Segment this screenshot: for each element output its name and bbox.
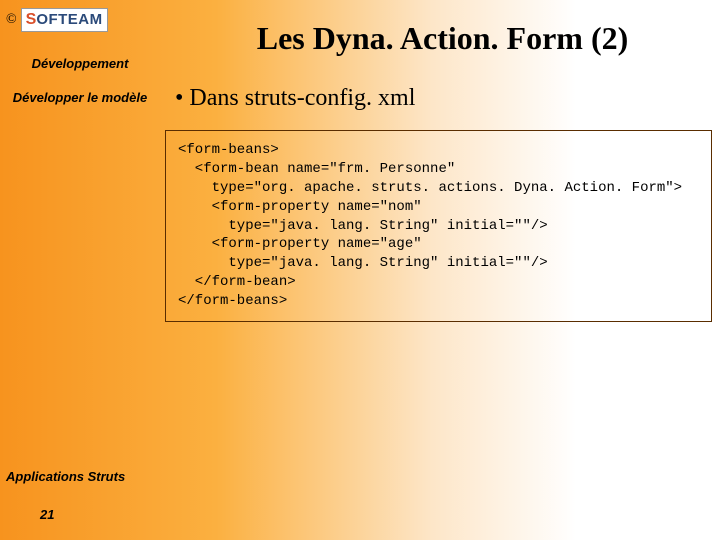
page-number: 21 [40, 507, 54, 522]
nav-section-modele: Développer le modèle [6, 90, 154, 106]
content-area: Les Dyna. Action. Form (2) • Dans struts… [165, 0, 720, 540]
softeam-logo: SOFTEAM [21, 8, 108, 32]
logo-s: S [26, 11, 37, 29]
copyright-symbol: © [6, 12, 17, 28]
sidebar: © SOFTEAM Développement Développer le mo… [0, 0, 160, 115]
code-block: <form-beans> <form-bean name="frm. Perso… [165, 130, 712, 322]
slide-title: Les Dyna. Action. Form (2) [165, 20, 720, 57]
logo-row: © SOFTEAM [6, 8, 154, 32]
bullet-point: • Dans struts-config. xml [175, 85, 720, 112]
logo-rest: OFTEAM [36, 11, 102, 28]
slide: © SOFTEAM Développement Développer le mo… [0, 0, 720, 540]
footer-title: Applications Struts [6, 469, 125, 484]
nav-section-developpement: Développement [6, 56, 154, 72]
